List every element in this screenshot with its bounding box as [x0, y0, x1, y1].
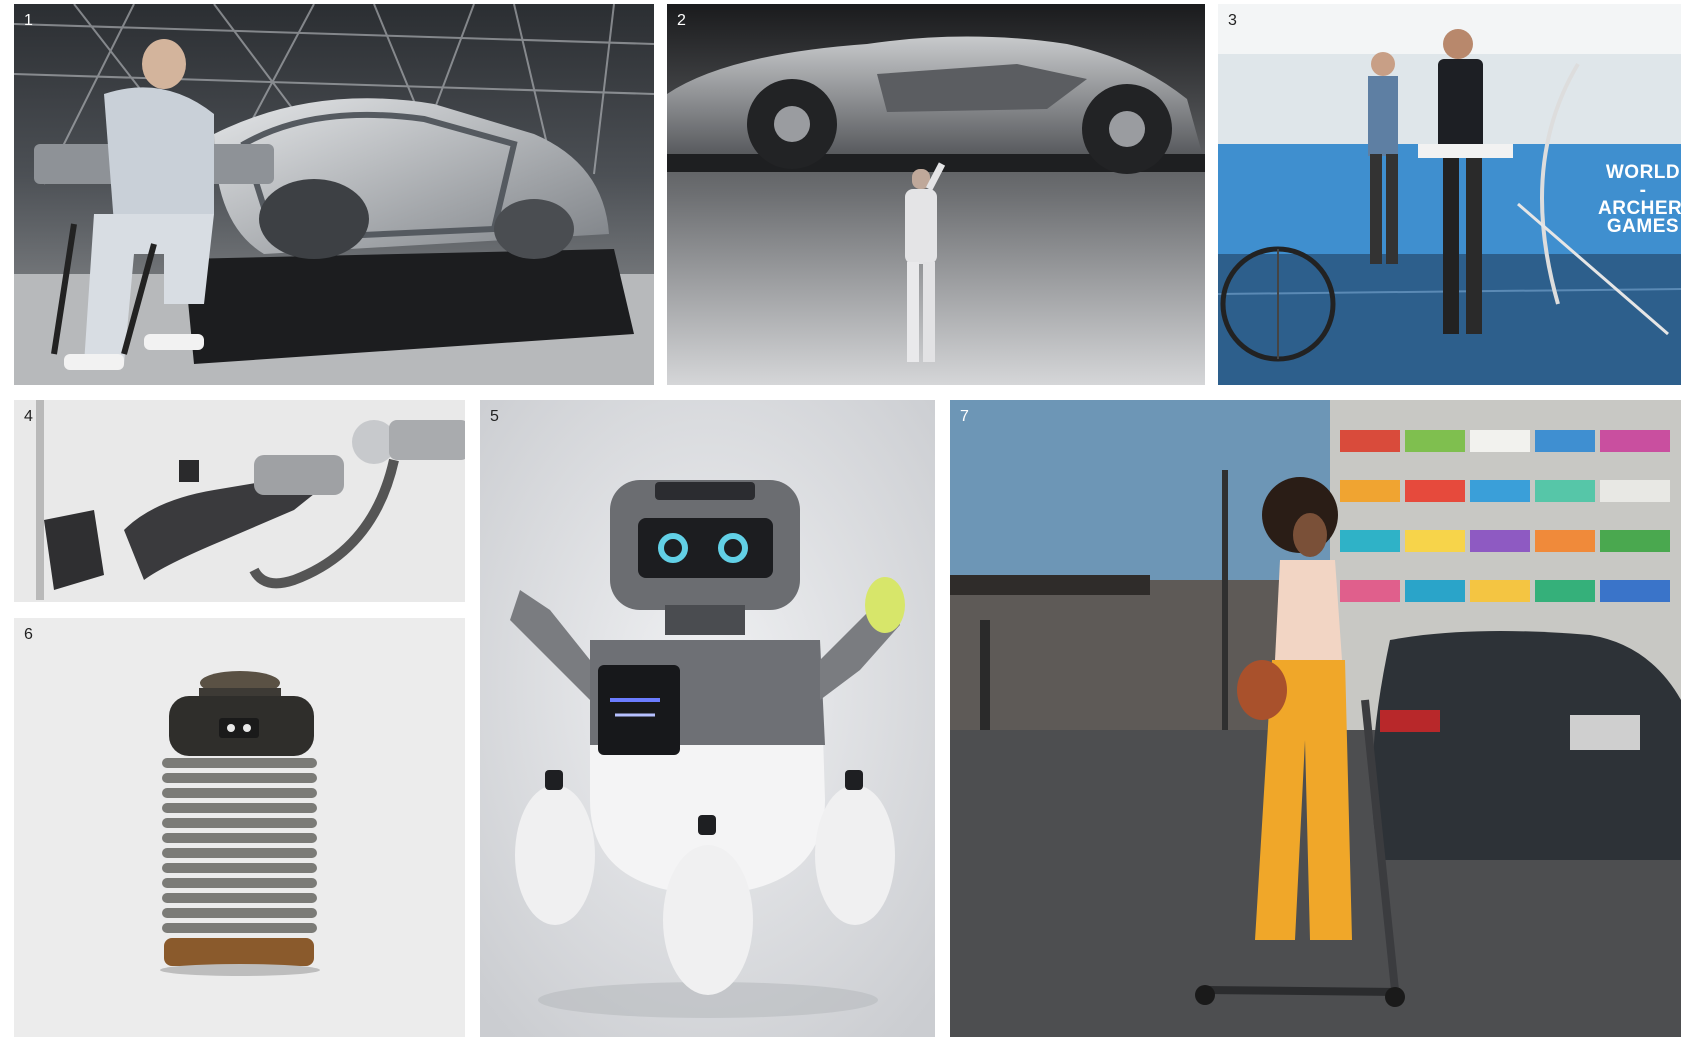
photo-panel-3: 3 WORLD -ARCHERY- GAMES [1218, 4, 1681, 385]
panel-number: 3 [1228, 12, 1237, 29]
service-robot-image [480, 400, 935, 1037]
scooter-street-image [950, 400, 1681, 1037]
panel-number: 1 [24, 12, 33, 29]
panel-number: 4 [24, 408, 33, 425]
panel-number: 6 [24, 626, 33, 643]
photo-panel-5: 5 [480, 400, 935, 1037]
sign-line-3: GAMES [1606, 216, 1680, 237]
photo-panel-6: 6 [14, 618, 465, 1037]
panel-number: 7 [960, 408, 969, 425]
sign-line-2: -ARCHERY- [1598, 180, 1681, 219]
robotic-charger-arm-image [14, 400, 465, 602]
world-archery-games-sign: WORLD -ARCHERY- GAMES [1598, 163, 1681, 237]
photo-panel-4: 4 [14, 400, 465, 602]
panel-number: 5 [490, 408, 499, 425]
concept-car-image [667, 4, 1205, 385]
factory-exoskeleton-image [14, 4, 654, 385]
serving-robot-image [14, 618, 465, 1037]
photo-panel-2: 2 [667, 4, 1205, 385]
photo-panel-7: 7 [950, 400, 1681, 1037]
photo-panel-1: 1 [14, 4, 654, 385]
panel-number: 2 [677, 12, 686, 29]
